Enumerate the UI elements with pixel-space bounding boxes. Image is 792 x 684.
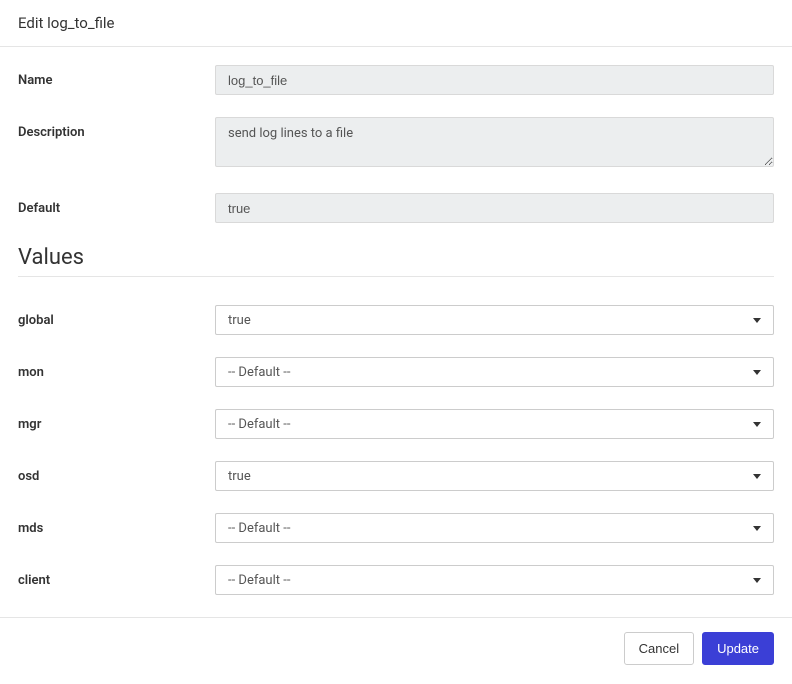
osd-control: true	[215, 461, 774, 491]
mds-label: mds	[18, 513, 215, 536]
mds-row: mds -- Default --	[18, 513, 774, 543]
mgr-row: mgr -- Default --	[18, 409, 774, 439]
cancel-button[interactable]: Cancel	[624, 632, 694, 665]
name-control	[215, 65, 774, 95]
mon-control: -- Default --	[215, 357, 774, 387]
mon-row: mon -- Default --	[18, 357, 774, 387]
global-select[interactable]: true	[215, 305, 774, 335]
description-textarea: send log lines to a file	[215, 117, 774, 167]
values-heading: Values	[18, 245, 774, 270]
mgr-control: -- Default --	[215, 409, 774, 439]
mgr-label: mgr	[18, 409, 215, 432]
default-label: Default	[18, 193, 215, 216]
default-input	[215, 193, 774, 223]
mon-label: mon	[18, 357, 215, 380]
client-select-value: -- Default --	[228, 573, 753, 588]
mon-select[interactable]: -- Default --	[215, 357, 774, 387]
name-row: Name	[18, 65, 774, 95]
osd-select-value: true	[228, 469, 753, 484]
global-label: global	[18, 305, 215, 328]
description-row: Description send log lines to a file	[18, 117, 774, 171]
osd-label: osd	[18, 461, 215, 484]
osd-row: osd true	[18, 461, 774, 491]
client-row: client -- Default --	[18, 565, 774, 595]
mds-select[interactable]: -- Default --	[215, 513, 774, 543]
caret-down-icon	[753, 422, 761, 427]
caret-down-icon	[753, 370, 761, 375]
global-control: true	[215, 305, 774, 335]
values-divider	[18, 276, 774, 277]
description-label: Description	[18, 117, 215, 140]
caret-down-icon	[753, 474, 761, 479]
default-control	[215, 193, 774, 223]
global-row: global true	[18, 305, 774, 335]
dialog-header: Edit log_to_file	[0, 0, 792, 47]
global-select-value: true	[228, 313, 753, 328]
caret-down-icon	[753, 526, 761, 531]
mds-select-value: -- Default --	[228, 521, 753, 536]
description-control: send log lines to a file	[215, 117, 774, 171]
mds-control: -- Default --	[215, 513, 774, 543]
name-label: Name	[18, 65, 215, 88]
mon-select-value: -- Default --	[228, 365, 753, 380]
dialog-footer: Cancel Update	[0, 617, 792, 679]
client-select[interactable]: -- Default --	[215, 565, 774, 595]
client-control: -- Default --	[215, 565, 774, 595]
name-input	[215, 65, 774, 95]
form-body: Name Description send log lines to a fil…	[0, 47, 792, 595]
dialog-title: Edit log_to_file	[18, 14, 774, 32]
mgr-select[interactable]: -- Default --	[215, 409, 774, 439]
update-button[interactable]: Update	[702, 632, 774, 665]
default-row: Default	[18, 193, 774, 223]
caret-down-icon	[753, 578, 761, 583]
caret-down-icon	[753, 318, 761, 323]
client-label: client	[18, 565, 215, 588]
osd-select[interactable]: true	[215, 461, 774, 491]
mgr-select-value: -- Default --	[228, 417, 753, 432]
